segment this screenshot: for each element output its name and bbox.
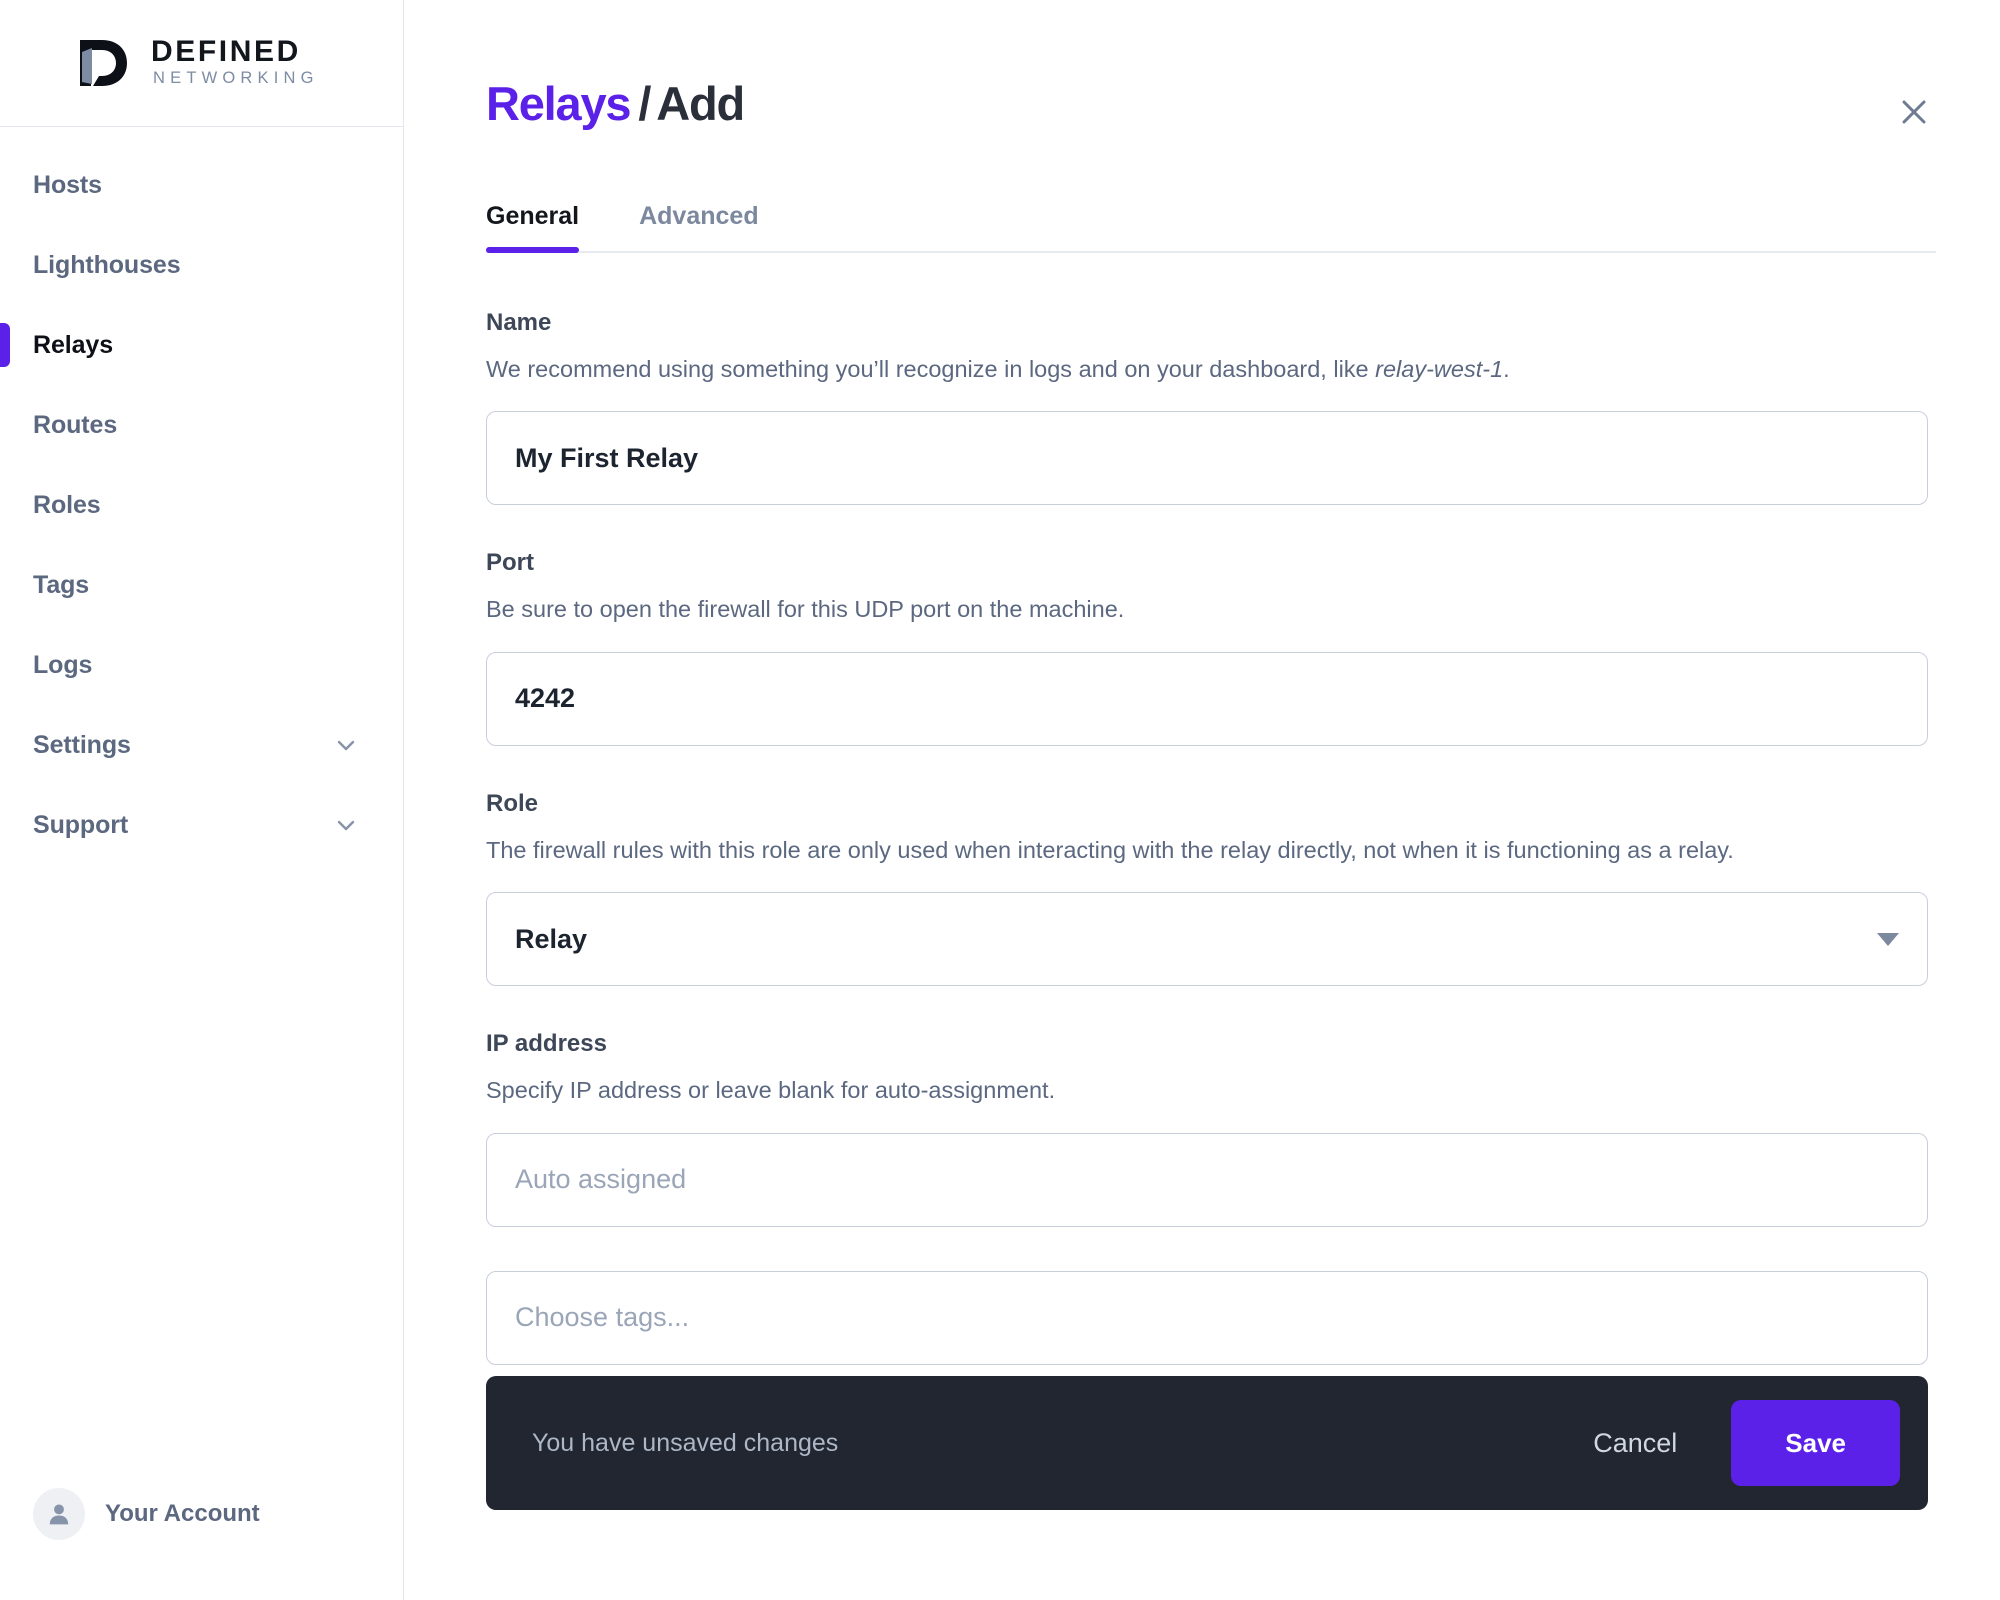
name-input[interactable]: My First Relay	[486, 411, 1928, 506]
page-header: Relays / Add	[486, 0, 1936, 140]
field-port: Port Be sure to open the firewall for th…	[486, 549, 1936, 746]
sidebar-item-support[interactable]: Support	[0, 795, 403, 855]
page-title: Relays / Add	[486, 77, 745, 130]
name-help-example: relay-west-1	[1375, 356, 1504, 382]
tab-advanced[interactable]: Advanced	[639, 202, 758, 251]
user-avatar-icon	[33, 1488, 85, 1540]
role-label: Role	[486, 789, 539, 817]
brand-logo[interactable]: DEFINED NETWORKING	[0, 0, 403, 127]
port-input[interactable]: 4242	[486, 651, 1928, 746]
name-help-before: We recommend using something you’ll reco…	[486, 356, 1376, 382]
relay-form: Name We recommend using something you’ll…	[486, 253, 1936, 1365]
breadcrumb-separator: /	[638, 77, 651, 130]
chevron-down-icon	[1877, 932, 1899, 946]
sidebar: DEFINED NETWORKING Hosts Lighthouses Rel…	[0, 0, 404, 1600]
unsaved-actions: Cancel Save	[1575, 1400, 1900, 1486]
logo-text-secondary: NETWORKING	[153, 69, 319, 88]
account-label: Your Account	[105, 1500, 260, 1527]
field-ip-address: IP address Specify IP address or leave b…	[486, 1030, 1936, 1227]
tab-general[interactable]: General	[486, 202, 580, 253]
unsaved-message: You have unsaved changes	[532, 1428, 839, 1457]
sidebar-item-lighthouses[interactable]: Lighthouses	[0, 235, 403, 295]
defined-networking-logo-icon	[72, 32, 134, 94]
field-tags: Choose tags...	[486, 1270, 1936, 1365]
port-help-text: Be sure to open the firewall for this UD…	[486, 596, 1125, 623]
name-help-after: .	[1503, 356, 1510, 382]
ip-address-help-text: Specify IP address or leave blank for au…	[486, 1077, 1056, 1104]
role-help-text: The firewall rules with this role are on…	[486, 836, 1734, 863]
port-label: Port	[486, 549, 534, 577]
sidebar-item-hosts[interactable]: Hosts	[0, 155, 403, 215]
sidebar-item-label: Roles	[33, 490, 101, 519]
sidebar-item-roles[interactable]: Roles	[0, 475, 403, 535]
role-select-value: Relay	[515, 923, 588, 954]
main-content: Relays / Add General Advanced Name We re…	[404, 0, 2000, 1600]
save-button[interactable]: Save	[1731, 1400, 1900, 1486]
chevron-down-icon	[333, 812, 359, 838]
active-indicator	[0, 323, 10, 367]
tab-label: Advanced	[639, 202, 759, 230]
logo-text-primary: DEFINED	[151, 34, 301, 68]
breadcrumb-add: Add	[656, 77, 745, 130]
sidebar-item-label: Tags	[33, 570, 90, 599]
sidebar-item-label: Relays	[33, 330, 114, 359]
sidebar-item-label: Settings	[33, 730, 131, 759]
sidebar-item-label: Logs	[33, 650, 93, 679]
chevron-down-icon	[333, 732, 359, 758]
name-label: Name	[486, 309, 552, 336]
sidebar-item-routes[interactable]: Routes	[0, 395, 403, 455]
close-icon[interactable]	[1886, 84, 1942, 140]
sidebar-item-logs[interactable]: Logs	[0, 635, 403, 695]
sidebar-nav: Hosts Lighthouses Relays Routes Roles Ta	[0, 127, 403, 1488]
cancel-button[interactable]: Cancel	[1575, 1418, 1695, 1469]
sidebar-item-label: Routes	[33, 410, 118, 439]
ip-address-label: IP address	[486, 1030, 607, 1058]
field-role: Role The firewall rules with this role a…	[486, 789, 1936, 987]
unsaved-changes-bar: You have unsaved changes Cancel Save	[486, 1376, 1928, 1510]
name-help-text: We recommend using something you’ll reco…	[486, 351, 1916, 387]
sidebar-item-relays[interactable]: Relays	[0, 315, 403, 375]
breadcrumb-relays[interactable]: Relays	[486, 77, 632, 130]
sidebar-item-settings[interactable]: Settings	[0, 715, 403, 775]
role-select[interactable]: Relay	[486, 892, 1928, 987]
app-root: DEFINED NETWORKING Hosts Lighthouses Rel…	[0, 0, 2000, 1600]
field-name: Name We recommend using something you’ll…	[486, 309, 1936, 506]
account-menu[interactable]: Your Account	[0, 1488, 403, 1600]
tab-label: General	[486, 202, 580, 230]
ip-address-input[interactable]: Auto assigned	[486, 1132, 1928, 1227]
tags-input[interactable]: Choose tags...	[486, 1270, 1928, 1365]
sidebar-item-label: Lighthouses	[33, 250, 181, 279]
sidebar-item-tags[interactable]: Tags	[0, 555, 403, 615]
sidebar-item-label: Hosts	[33, 170, 102, 199]
tab-bar: General Advanced	[486, 202, 1936, 253]
sidebar-item-label: Support	[33, 810, 129, 839]
